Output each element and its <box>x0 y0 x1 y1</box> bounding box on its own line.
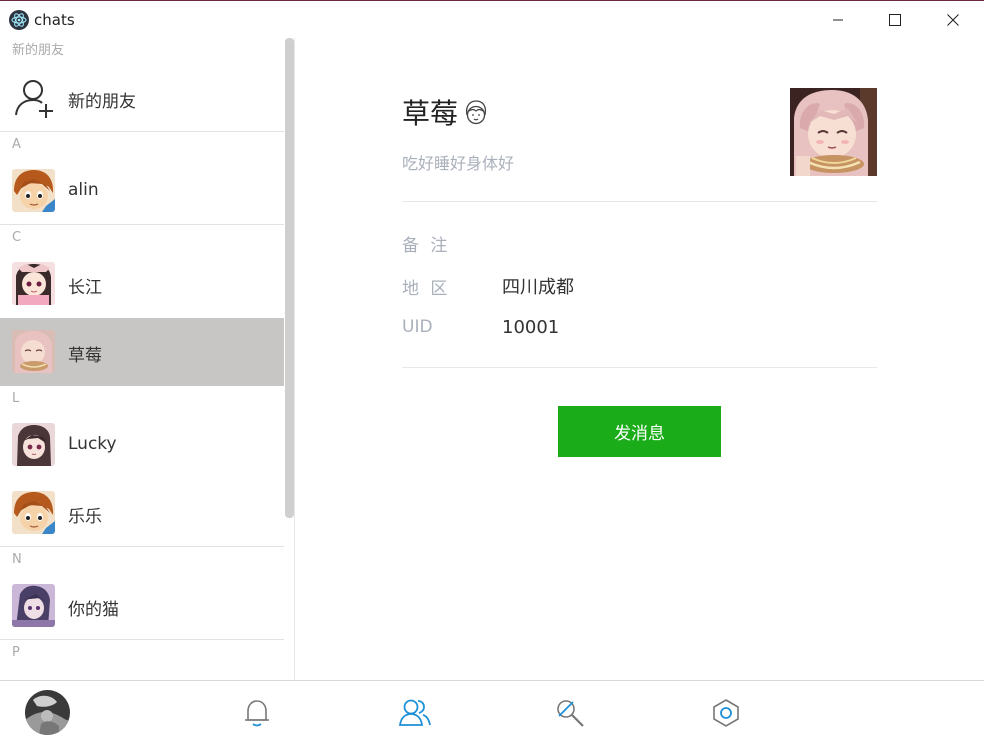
girl-eating-avatar <box>12 330 55 373</box>
section-header-new-friends: 新的朋友 <box>12 43 65 58</box>
contact-name: alin <box>68 180 99 200</box>
contact-name: Lucky <box>68 434 117 454</box>
add-user-icon <box>15 80 53 118</box>
window-title: chats <box>34 11 75 29</box>
contact-item[interactable]: alin <box>0 157 284 225</box>
divider <box>402 201 877 202</box>
bottom-nav <box>0 680 984 739</box>
girl-pink-avatar <box>12 262 55 305</box>
remark-label: 备 注 <box>402 236 451 256</box>
section-header: A <box>12 137 21 152</box>
uid-value: 10001 <box>502 317 560 338</box>
send-message-button[interactable]: 发消息 <box>558 406 721 457</box>
settings-hex-icon[interactable] <box>712 698 740 728</box>
boy-avatar <box>12 491 55 534</box>
contact-item[interactable]: 乐乐 <box>0 479 284 547</box>
contact-item[interactable]: Lucky <box>0 411 284 479</box>
search-tool-icon[interactable] <box>555 698 585 728</box>
electron-app-icon <box>9 10 29 30</box>
maximize-button[interactable] <box>866 1 924 39</box>
boy-avatar <box>12 169 55 212</box>
minimize-button[interactable] <box>809 1 867 39</box>
section-header: N <box>12 552 22 567</box>
new-friend-label: 新的朋友 <box>68 92 136 112</box>
section-header: P <box>12 645 20 660</box>
sidebar-scrollbar[interactable] <box>285 38 294 518</box>
close-icon <box>947 14 959 26</box>
region-label: 地 区 <box>402 279 451 299</box>
profile-signature: 吃好睡好身体好 <box>402 154 515 173</box>
contact-item-selected[interactable]: 草莓 <box>0 318 284 386</box>
contacts-sidebar: 新的朋友 新的朋友 A alin C 长江 草莓 L Lucky 乐乐 N 你的… <box>0 38 295 680</box>
uid-label: UID <box>402 317 433 337</box>
minimize-icon <box>833 19 843 21</box>
profile-avatar[interactable] <box>790 88 877 176</box>
maximize-icon <box>889 14 901 26</box>
contact-name: 草莓 <box>68 346 102 366</box>
new-friend-item[interactable]: 新的朋友 <box>0 63 284 132</box>
female-face-icon <box>465 100 487 125</box>
profile-name: 草莓 <box>402 97 459 130</box>
title-bar: chats <box>0 0 984 38</box>
divider <box>402 367 877 368</box>
contact-item[interactable]: 长江 <box>0 250 284 318</box>
section-header: C <box>12 230 22 245</box>
region-value: 四川成都 <box>502 277 574 298</box>
contact-name: 长江 <box>68 278 102 298</box>
contacts-icon[interactable] <box>399 698 431 728</box>
close-button[interactable] <box>924 1 982 39</box>
self-avatar[interactable] <box>25 690 70 735</box>
section-header: L <box>12 391 20 406</box>
bell-icon[interactable] <box>243 698 271 728</box>
contact-item[interactable]: 你的猫 <box>0 572 284 640</box>
contact-name: 你的猫 <box>68 600 119 620</box>
contact-name: 乐乐 <box>68 507 102 527</box>
profile-panel: 草莓 吃好睡好身体好 备 注 地 区 四川成都 UID 10001 发消息 <box>296 38 984 680</box>
anime-girl-avatar <box>12 423 55 466</box>
purple-anime-avatar <box>12 584 55 627</box>
